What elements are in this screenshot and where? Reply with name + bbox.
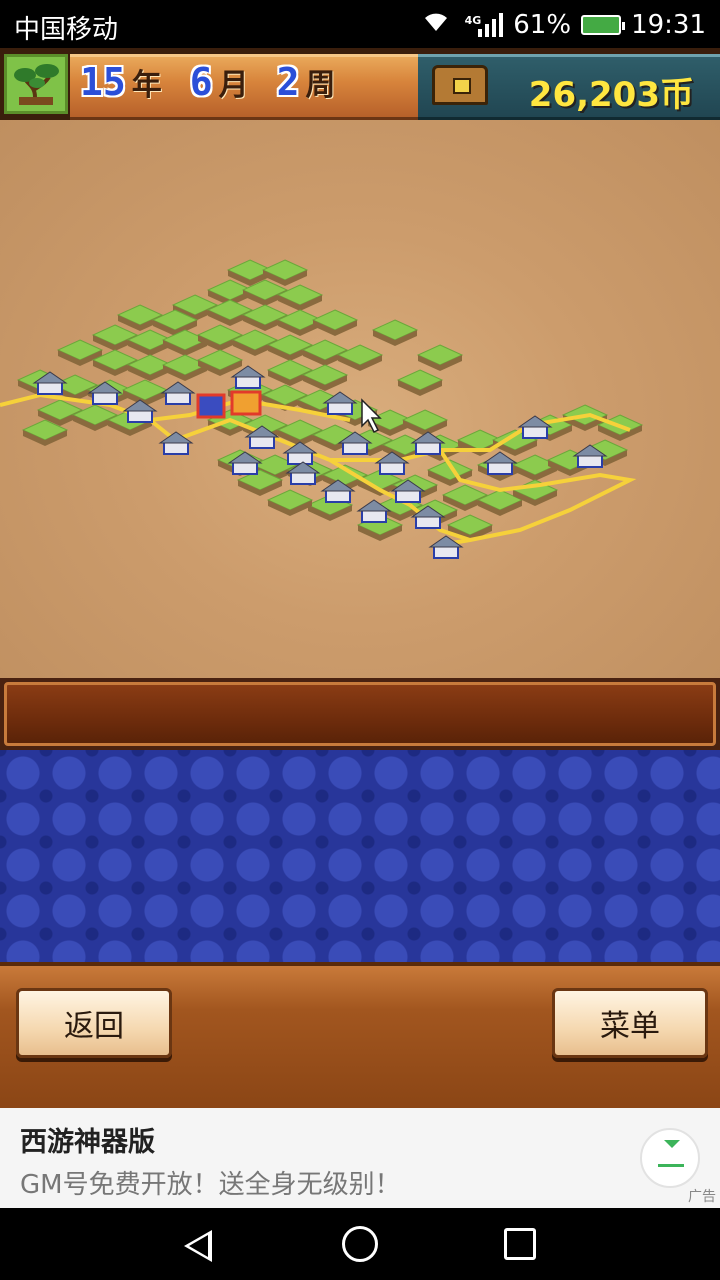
carrier-name: 中国移动 (14, 15, 119, 45)
bonsai-tree-icon[interactable] (4, 54, 68, 114)
week-value: 2 (276, 60, 300, 104)
week-unit: 周 (305, 68, 336, 103)
back-button[interactable]: 返回 (16, 988, 172, 1058)
control-bar: 返回 菜单 (0, 962, 720, 1112)
ad-banner[interactable]: 西游神器版 GM号免费开放！送全身无级别！ 广告 (0, 1108, 720, 1208)
message-bar (0, 678, 720, 750)
clock: 19:31 (631, 9, 706, 40)
menu-button[interactable]: 菜单 (552, 988, 708, 1058)
pointer-cursor-icon (361, 398, 382, 434)
village-house-icon[interactable] (428, 535, 464, 559)
nav-back-icon[interactable] (184, 1230, 212, 1262)
battery-percent: 61% (513, 9, 572, 40)
year-value: 15 (80, 60, 126, 104)
ad-description[interactable]: GM号免费开放！送全身无级别！ (20, 1164, 401, 1201)
ad-title[interactable]: 西游神器版 (20, 1120, 155, 1159)
month-unit: 月 (218, 68, 249, 103)
world-map[interactable] (0, 120, 720, 678)
ad-tag: 广告 (688, 1189, 716, 1205)
battery-icon (581, 14, 626, 35)
money-panel: 26,203币 (418, 54, 720, 120)
info-panel (0, 750, 720, 962)
signal-icon: 4G (461, 12, 504, 37)
wifi-icon (421, 9, 451, 40)
treasure-chest-icon (432, 65, 488, 105)
game-date: 15 年 6 月 2 周 (80, 60, 358, 104)
isometric-map[interactable] (0, 120, 720, 678)
nav-recent-apps-icon[interactable] (504, 1228, 536, 1260)
game-hud: 15 年 6 月 2 周 26,203币 (0, 48, 720, 120)
village-house-icon[interactable] (230, 365, 266, 389)
network-type: 4G (464, 13, 482, 27)
village-house-icon[interactable] (122, 399, 158, 423)
village-house-icon[interactable] (482, 451, 518, 475)
month-value: 6 (189, 60, 213, 104)
navigation-bar (0, 1208, 720, 1280)
money-value: 26,203币 (528, 75, 694, 115)
status-icons: 4G 61% 19:31 (421, 9, 706, 40)
message-box (4, 682, 716, 746)
village-house-icon[interactable] (160, 381, 196, 405)
nav-home-icon[interactable] (342, 1226, 378, 1262)
status-bar: 中国移动 4G 61% 19:31 (0, 0, 720, 48)
download-icon[interactable] (640, 1128, 700, 1188)
year-unit: 年 (131, 68, 162, 103)
